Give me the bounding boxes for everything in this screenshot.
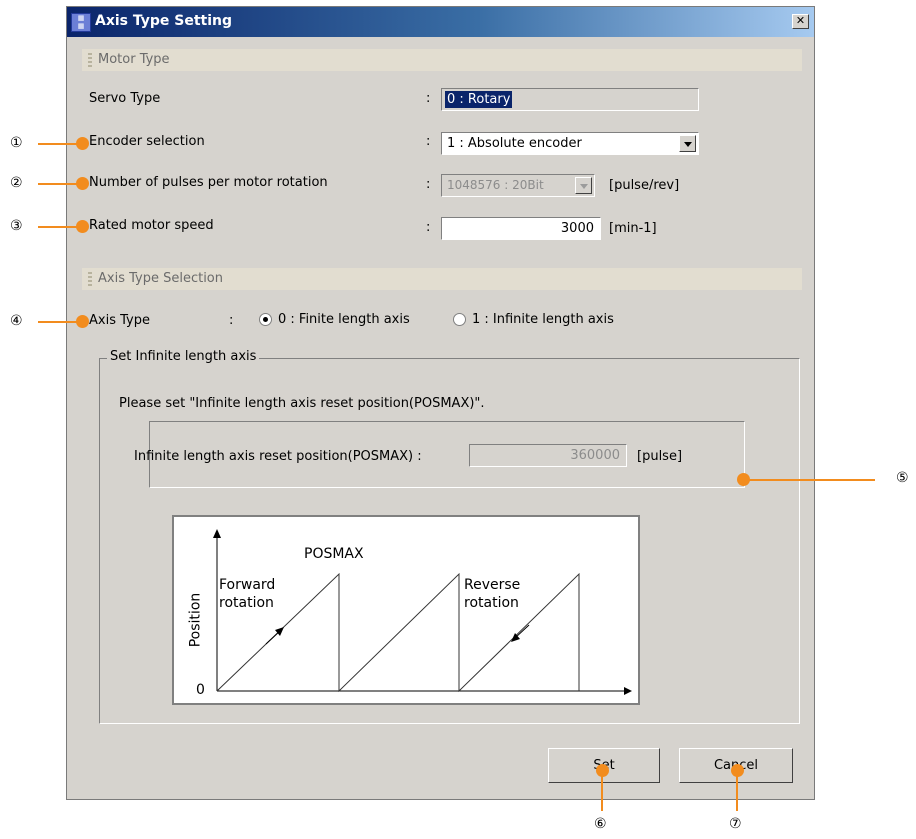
- app-icon: ▦ ▦: [71, 13, 91, 32]
- axis-type-dialog: ▦ ▦ Axis Type Setting ✕ Motor Type Servo …: [66, 6, 815, 800]
- callout-7: ⑦: [729, 816, 742, 832]
- pulses-select-value: 1048576 : 20Bit: [447, 178, 544, 192]
- pulses-label: Number of pulses per motor rotation: [89, 175, 328, 190]
- encoder-select[interactable]: 1 : Absolute encoder: [441, 132, 699, 155]
- posmax-input: 360000: [469, 444, 627, 467]
- callout-2-dot: [76, 177, 89, 190]
- callout-5: ⑤: [896, 470, 909, 486]
- encoder-select-value: 1 : Absolute encoder: [447, 136, 582, 151]
- axis-type-section-title: Axis Type Selection: [98, 271, 224, 286]
- servo-type-colon: :: [426, 91, 431, 106]
- reverse-label-line2: rotation: [464, 595, 519, 611]
- position-axis-label: Position: [187, 592, 204, 648]
- callout-3-dot: [76, 220, 89, 233]
- radio-button-unchecked[interactable]: [453, 313, 466, 326]
- axis-type-label: Axis Type: [89, 313, 150, 328]
- posmax-value: 360000: [570, 448, 620, 463]
- servo-type-label: Servo Type: [89, 91, 161, 106]
- callout-1: ①: [10, 135, 23, 151]
- posmax-unit: [pulse]: [637, 449, 683, 464]
- encoder-colon: :: [426, 134, 431, 149]
- motor-type-section-header: Motor Type: [82, 49, 802, 71]
- title-bar[interactable]: ▦ ▦ Axis Type Setting ✕: [67, 7, 814, 37]
- close-icon: ✕: [795, 14, 806, 27]
- radio-button-checked[interactable]: [259, 313, 272, 326]
- grip-icon: [88, 53, 92, 67]
- callout-6-line: [601, 771, 603, 811]
- radio-infinite-label: 1 : Infinite length axis: [472, 312, 614, 327]
- callout-2: ②: [10, 175, 23, 191]
- callout-4: ④: [10, 313, 23, 329]
- pulses-select: 1048576 : 20Bit: [441, 174, 595, 197]
- rated-speed-colon: :: [426, 220, 431, 235]
- radio-finite-label: 0 : Finite length axis: [278, 312, 410, 327]
- forward-label-line2: rotation: [219, 595, 274, 611]
- motor-type-title: Motor Type: [98, 52, 170, 67]
- forward-label-line1: Forward: [219, 577, 276, 593]
- servo-type-value: 0 : Rotary: [445, 91, 513, 108]
- posmax-label: Infinite length axis reset position(POSM…: [134, 449, 422, 464]
- callout-5-line: [745, 479, 875, 481]
- pulses-colon: :: [426, 177, 431, 192]
- origin-label: 0: [196, 682, 205, 698]
- chevron-down-icon: [575, 177, 592, 194]
- callout-3: ③: [10, 218, 23, 234]
- callout-7-line: [736, 771, 738, 811]
- rated-speed-label: Rated motor speed: [89, 218, 214, 233]
- reverse-label-line1: Reverse: [464, 577, 521, 593]
- posmax-diagram: POSMAX Forward rotation Reverse rotation…: [172, 515, 640, 705]
- grip-icon: [88, 272, 92, 286]
- close-button[interactable]: ✕: [792, 14, 809, 29]
- infinite-length-group-title: Set Infinite length axis: [107, 349, 260, 364]
- servo-type-field: 0 : Rotary: [441, 88, 699, 111]
- axis-type-section-header: Axis Type Selection: [82, 268, 802, 290]
- posmax-diagram-label: POSMAX: [304, 546, 364, 562]
- axis-type-colon: :: [229, 313, 234, 328]
- posmax-instruction: Please set "Infinite length axis reset p…: [119, 396, 485, 411]
- rated-speed-value: 3000: [560, 221, 594, 236]
- callout-4-dot: [76, 315, 89, 328]
- rated-speed-input[interactable]: 3000: [441, 217, 601, 240]
- callout-1-dot: [76, 137, 89, 150]
- rated-speed-unit: [min-1]: [609, 221, 657, 236]
- encoder-selection-label: Encoder selection: [89, 134, 205, 149]
- pulses-unit: [pulse/rev]: [609, 178, 680, 193]
- callout-6: ⑥: [594, 816, 607, 832]
- radio-dot: [263, 317, 268, 322]
- chevron-down-icon[interactable]: [679, 135, 696, 152]
- window-title: Axis Type Setting: [95, 13, 233, 29]
